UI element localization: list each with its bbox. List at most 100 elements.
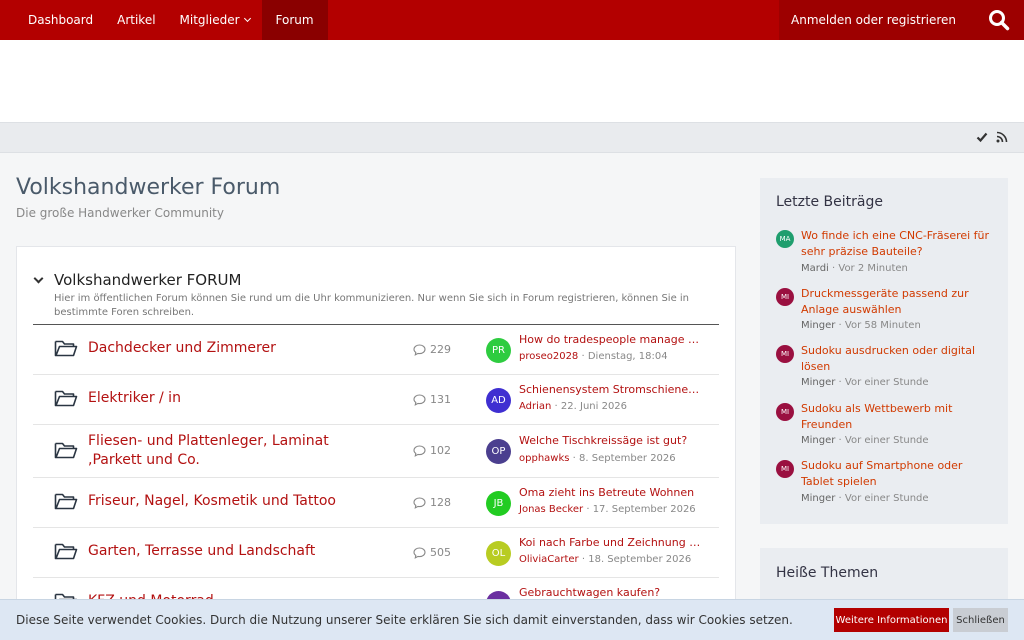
post-time: Vor 58 Minuten (844, 320, 921, 331)
post-link[interactable]: Sudoku ausdrucken oder digital lösen (801, 343, 997, 375)
last-post-meta: OliviaCarter · 18. September 2026 (519, 554, 692, 565)
forum-link[interactable]: Garten, Terrasse und Landschaft (88, 543, 315, 559)
last-post-meta: Jonas Becker · 17. September 2026 (519, 504, 696, 515)
login-register-link[interactable]: Anmelden oder registrieren (779, 0, 974, 40)
avatar[interactable]: MI (776, 460, 794, 478)
post-link[interactable]: Sudoku als Wettbewerb mit Freunden (801, 401, 997, 433)
last-post-link[interactable]: Welche Tischkreissäge ist gut? (519, 434, 703, 447)
folder-icon (54, 493, 78, 510)
forum-link[interactable]: Fliesen- und Plattenleger, Laminat ,Park… (88, 432, 348, 470)
post-count-value: 229 (430, 343, 451, 356)
post-user[interactable]: Minger (801, 320, 835, 331)
last-post-date: 18. September 2026 (588, 554, 692, 565)
folder-icon (54, 442, 78, 459)
widget-title: Letzte Beiträge (776, 194, 883, 210)
comment-icon (413, 444, 426, 457)
last-post-date: 22. Juni 2026 (560, 401, 628, 412)
avatar[interactable]: MI (776, 345, 794, 363)
last-post-user[interactable]: Adrian (519, 401, 551, 412)
page-subtitle: Die große Handwerker Community (16, 206, 224, 220)
post-meta: Minger · Vor einer Stunde (801, 377, 929, 388)
post-meta: Mardi · Vor 2 Minuten (801, 263, 908, 274)
post-count-value: 131 (430, 393, 451, 406)
forum-row: Garten, Terrasse und Landschaft 505 OL K… (33, 528, 719, 578)
last-post-meta: opphawks · 8. September 2026 (519, 453, 676, 464)
avatar[interactable]: OP (486, 439, 511, 464)
post-link[interactable]: Wo finde ich eine CNC-Fräserei für sehr … (801, 228, 997, 260)
post-count: 128 (413, 496, 451, 509)
post-time: Vor einer Stunde (844, 435, 929, 446)
category-title[interactable]: Volkshandwerker FORUM (54, 271, 241, 289)
post-user[interactable]: Mardi (801, 263, 829, 274)
rss-icon[interactable] (996, 131, 1008, 143)
nav-artikel[interactable]: Artikel (105, 0, 167, 40)
close-button[interactable]: Schließen (953, 608, 1008, 632)
last-post-date: 17. September 2026 (592, 504, 696, 515)
search-icon (989, 10, 1010, 31)
search-button[interactable] (974, 0, 1024, 40)
forum-row: Fliesen- und Plattenleger, Laminat ,Park… (33, 425, 719, 478)
forum-link[interactable]: Friseur, Nagel, Kosmetik und Tattoo (88, 493, 336, 509)
forum-row: Dachdecker und Zimmerer 229 PR How do tr… (33, 325, 719, 375)
post-count-value: 102 (430, 444, 451, 457)
folder-icon (54, 390, 78, 407)
avatar[interactable]: OL (486, 541, 511, 566)
last-post-meta: Adrian · 22. Juni 2026 (519, 401, 628, 412)
cookie-notice: Diese Seite verwendet Cookies. Durch die… (0, 599, 1024, 640)
post-user[interactable]: Minger (801, 493, 835, 504)
last-post-meta: proseo2028 · Dienstag, 18:04 (519, 351, 668, 362)
nav-dashboard[interactable]: Dashboard (0, 0, 105, 40)
category-description: Hier im öffentlichen Forum können Sie ru… (54, 293, 690, 318)
more-info-button[interactable]: Weitere Informationen (834, 608, 949, 632)
comment-icon (413, 343, 426, 356)
post-count: 131 (413, 393, 451, 406)
post-count: 229 (413, 343, 451, 356)
comment-icon (413, 546, 426, 559)
page-title: Volkshandwerker Forum (16, 175, 281, 200)
last-post-link[interactable]: Oma zieht ins Betreute Wohnen (519, 486, 703, 499)
last-post-link[interactable]: Gebrauchtwagen kaufen? (519, 586, 703, 599)
comment-icon (413, 496, 426, 509)
post-time: Vor einer Stunde (844, 377, 929, 388)
nav-forum[interactable]: Forum (261, 0, 328, 40)
last-post-date: Dienstag, 18:04 (587, 351, 668, 362)
post-count: 102 (413, 444, 451, 457)
last-post-user[interactable]: Jonas Becker (519, 504, 583, 515)
post-user[interactable]: Minger (801, 377, 835, 388)
forum-link[interactable]: Dachdecker und Zimmerer (88, 340, 276, 356)
last-post-user[interactable]: proseo2028 (519, 351, 578, 362)
folder-icon (54, 543, 78, 560)
post-user[interactable]: Minger (801, 435, 835, 446)
avatar[interactable]: MA (776, 230, 794, 248)
forum-list: Dachdecker und Zimmerer 229 PR How do tr… (33, 325, 719, 628)
post-time: Vor einer Stunde (844, 493, 929, 504)
nav-mitglieder-label: Mitglieder (179, 13, 240, 27)
post-link[interactable]: Sudoku auf Smartphone oder Tablet spiele… (801, 458, 997, 490)
last-post-link[interactable]: Schienensystem Stromschienen ... (519, 383, 703, 396)
avatar[interactable]: JB (486, 491, 511, 516)
check-icon[interactable] (976, 131, 988, 143)
last-post-link[interactable]: Koi nach Farbe und Zeichnung au... (519, 536, 703, 549)
chevron-down-icon[interactable] (33, 273, 44, 284)
nav-mitglieder[interactable]: Mitglieder (168, 0, 262, 40)
avatar[interactable]: MI (776, 288, 794, 306)
post-meta: Minger · Vor einer Stunde (801, 435, 929, 446)
forum-link[interactable]: Elektriker / in (88, 390, 181, 406)
post-meta: Minger · Vor einer Stunde (801, 493, 929, 504)
last-post-user[interactable]: opphawks (519, 453, 569, 464)
post-count-value: 128 (430, 496, 451, 509)
post-count: 505 (413, 546, 451, 559)
widget-title: Heiße Themen (776, 565, 879, 581)
banner-area (0, 40, 1024, 122)
top-navigation: Dashboard Artikel Mitglieder Forum Anmel… (0, 0, 1024, 40)
avatar[interactable]: PR (486, 338, 511, 363)
avatar[interactable]: MI (776, 403, 794, 421)
cookie-text: Diese Seite verwendet Cookies. Durch die… (16, 613, 793, 627)
last-post-link[interactable]: How do tradespeople manage tr... (519, 333, 703, 346)
forum-category-box: Volkshandwerker FORUM Hier im öffentlich… (16, 246, 736, 640)
last-post-date: 8. September 2026 (579, 453, 676, 464)
last-post-user[interactable]: OliviaCarter (519, 554, 579, 565)
post-link[interactable]: Druckmessgeräte passend zur Anlage auswä… (801, 286, 997, 318)
forum-row: Friseur, Nagel, Kosmetik und Tattoo 128 … (33, 478, 719, 528)
avatar[interactable]: AD (486, 388, 511, 413)
